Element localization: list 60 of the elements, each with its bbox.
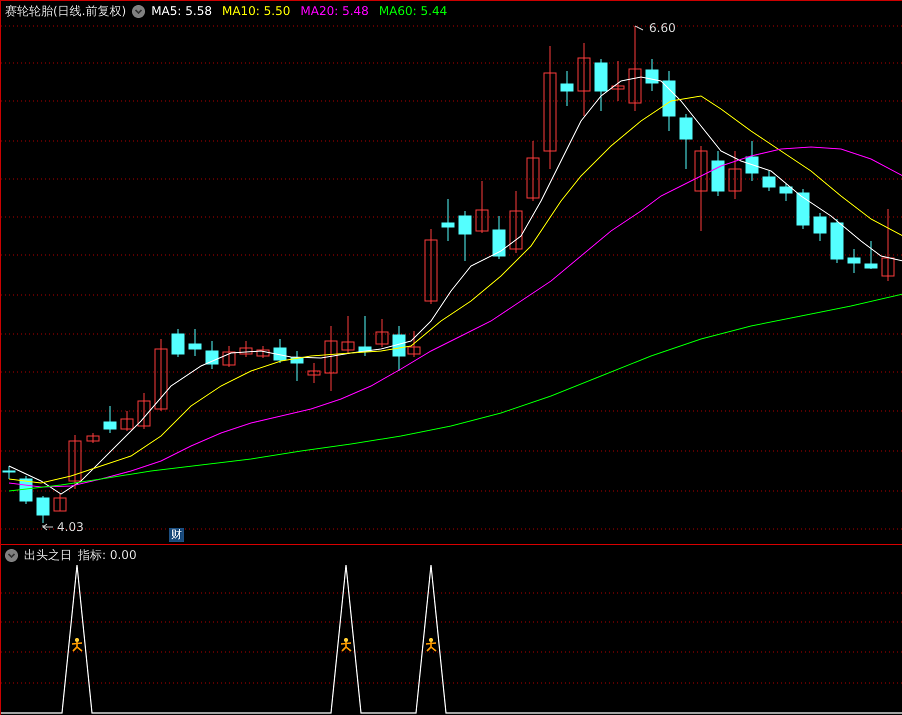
candlestick — [612, 60, 624, 102]
candlestick — [222, 346, 236, 368]
candlestick — [342, 316, 354, 354]
candlestick — [358, 316, 372, 356]
high-price-label: 6.60 — [634, 21, 676, 35]
candlestick — [458, 210, 472, 262]
candlestick — [392, 326, 406, 372]
candlestick — [476, 180, 488, 234]
candlestick — [746, 140, 758, 182]
candlestick — [780, 182, 792, 202]
candlestick — [138, 392, 150, 430]
stock-title: 赛轮轮胎(日线.前复权) — [5, 3, 126, 19]
candlestick — [274, 338, 286, 364]
candlestick — [848, 248, 860, 274]
moving-average-legend: MA5: 5.58 — [151, 3, 212, 19]
indicator-title: 出头之日 — [24, 547, 72, 563]
candlestick — [680, 114, 692, 170]
candlestick — [376, 318, 388, 348]
candlestick — [796, 188, 810, 230]
candlestick — [172, 328, 184, 358]
candlestick — [830, 218, 844, 264]
candlestick — [442, 198, 454, 242]
candlestick — [762, 170, 776, 192]
candlestick — [206, 340, 218, 370]
candlestick — [188, 328, 202, 356]
indicator-reading: 指标: 0.00 — [78, 547, 137, 563]
candlestick — [510, 190, 522, 254]
candlestick — [86, 432, 100, 444]
candlestick — [324, 326, 338, 392]
candlestick — [2, 466, 16, 480]
low-price-label: 4.03 — [42, 520, 84, 534]
candlestick — [408, 330, 420, 358]
candlestick — [728, 150, 742, 200]
candlestick — [526, 140, 540, 202]
candlestick — [256, 346, 270, 358]
candlestick — [36, 496, 50, 524]
candlestick — [120, 410, 134, 432]
candlestick — [308, 362, 320, 384]
candlestick — [104, 406, 116, 434]
dropdown-icon[interactable] — [132, 4, 146, 18]
candlestick — [492, 216, 506, 260]
moving-average-legend: MA10: 5.50 — [222, 3, 290, 19]
finance-event-marker[interactable]: 财 — [169, 528, 184, 542]
candlestick — [68, 434, 82, 490]
person-icon — [425, 638, 437, 652]
candlestick — [662, 70, 676, 132]
moving-average-legend: MA60: 5.44 — [378, 3, 448, 19]
candlestick — [54, 494, 66, 512]
candlestick — [290, 350, 304, 382]
person-icon — [71, 638, 83, 652]
dropdown-icon[interactable] — [5, 548, 18, 562]
candlestick — [240, 340, 252, 358]
candlestick — [594, 58, 608, 112]
candlestick — [864, 240, 878, 270]
moving-average-legend: MA20: 5.48 — [300, 3, 369, 19]
candlestick — [560, 70, 574, 106]
candlestick — [646, 58, 658, 92]
candlestick — [814, 212, 826, 242]
candlestick — [712, 150, 724, 196]
person-icon — [340, 638, 352, 652]
